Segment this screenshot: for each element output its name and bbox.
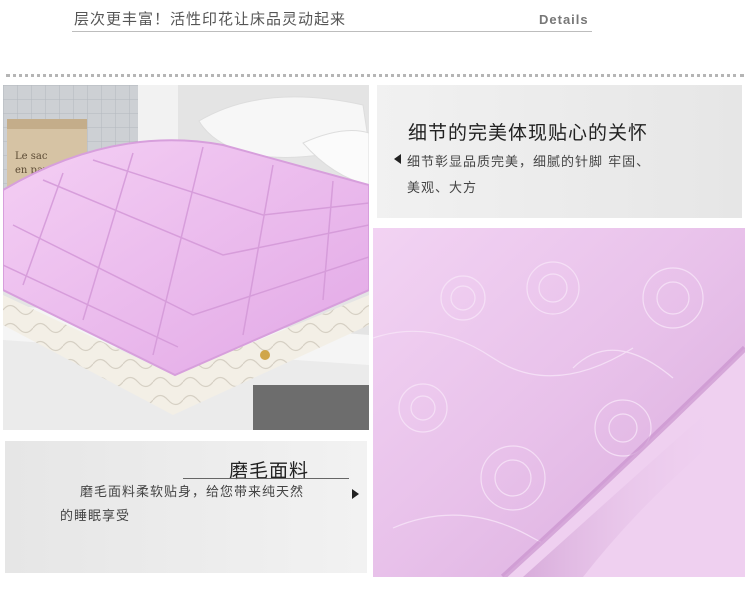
dotted-divider [6, 74, 744, 77]
bag-text-1: Le sac [15, 151, 48, 162]
detail-heading: 细节的完美体现贴心的关怀 [408, 122, 649, 144]
header-divider [72, 31, 592, 32]
heading-underline [183, 478, 349, 479]
detail-description: 细节彰显品质完美，细腻的针脚 牢固、 美观、大方 [407, 150, 727, 202]
mattress-illustration: Le sac en papier [3, 85, 369, 430]
section-title: 层次更丰富！活性印花让床品灵动起来 [74, 10, 347, 28]
brushed-description-line: 磨毛面料柔软贴身，给您带来纯天然 [80, 485, 305, 500]
arrow-right-icon [352, 489, 359, 499]
arrow-left-icon [394, 154, 401, 164]
fabric-illustration [373, 228, 745, 577]
fabric-closeup-photo [373, 228, 745, 577]
brushed-description-line: 的睡眠享受 [60, 509, 131, 524]
details-label: Details [539, 12, 589, 27]
detail-description-line: 美观、大方 [407, 181, 478, 196]
brushed-fabric-description: 磨毛面料柔软贴身，给您带来纯天然 的睡眠享受 [60, 481, 350, 529]
detail-description-line: 细节彰显品质完美，细腻的针脚 牢固、 [407, 155, 651, 170]
mattress-topper-photo: Le sac en papier [3, 85, 369, 430]
